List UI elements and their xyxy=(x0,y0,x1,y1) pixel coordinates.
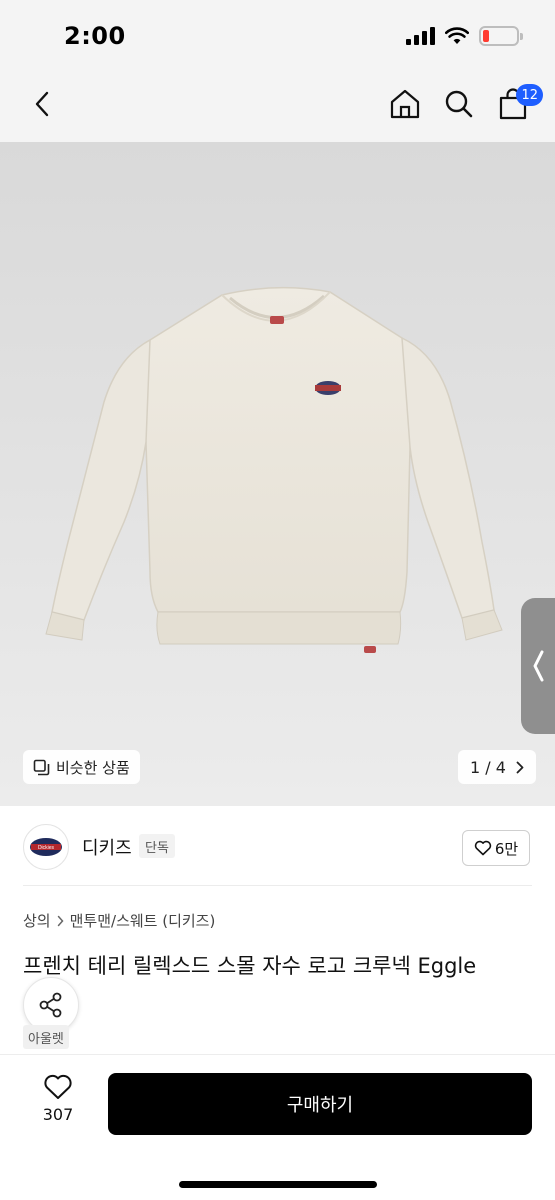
image-page-indicator[interactable]: 1 / 4 xyxy=(458,750,536,784)
product-photo-sweatshirt xyxy=(45,286,503,653)
dickies-logo: Dickies xyxy=(30,838,62,856)
breadcrumb-item-subcategory[interactable]: 맨투맨/스웨트 (디키즈) xyxy=(70,910,216,931)
product-image-gallery[interactable] xyxy=(0,142,555,806)
chevron-left-icon xyxy=(35,91,49,117)
dickies-logo-text: Dickies xyxy=(38,845,55,851)
battery-icon xyxy=(479,26,523,46)
chevron-right-icon xyxy=(57,915,64,926)
breadcrumb-item-category[interactable]: 상의 xyxy=(23,910,51,931)
exclusive-tag: 단독 xyxy=(139,834,175,858)
page-indicator-text: 1 / 4 xyxy=(470,757,506,777)
brand-logo[interactable]: Dickies xyxy=(23,824,69,870)
breadcrumb: 상의 맨투맨/스웨트 (디키즈) xyxy=(23,910,215,931)
brand-row: Dickies 디키즈 단독 6만 xyxy=(0,806,555,886)
side-drawer-tab[interactable] xyxy=(521,598,555,734)
brand-like-button[interactable]: 6만 xyxy=(462,830,530,866)
chevron-right-icon xyxy=(516,761,524,773)
wifi-icon xyxy=(445,27,469,44)
cart-count-badge: 12 xyxy=(516,84,543,106)
copy-icon xyxy=(33,759,50,775)
bottom-action-bar: 307 구매하기 xyxy=(0,1054,555,1200)
heart-icon xyxy=(44,1074,72,1099)
home-indicator xyxy=(179,1181,377,1188)
cart-button[interactable]: 12 xyxy=(495,82,543,126)
chevron-left-icon xyxy=(533,650,544,682)
buy-button[interactable]: 구매하기 xyxy=(108,1073,532,1135)
wishlist-count: 307 xyxy=(42,1105,74,1124)
home-button[interactable] xyxy=(387,82,423,126)
back-button[interactable] xyxy=(22,82,62,126)
status-bar: 2:00 xyxy=(0,0,555,68)
cellular-signal-icon xyxy=(406,27,435,45)
wishlist-button[interactable]: 307 xyxy=(30,1073,86,1135)
outlet-tag: 아울렛 xyxy=(23,1025,69,1049)
brand-name[interactable]: 디키즈 xyxy=(82,834,132,860)
divider xyxy=(23,885,532,886)
nav-bar: 12 xyxy=(0,68,555,142)
similar-products-button[interactable]: 비슷한 상품 xyxy=(23,750,140,784)
status-icons xyxy=(406,26,523,46)
heart-icon xyxy=(474,840,492,856)
similar-products-label: 비슷한 상품 xyxy=(56,758,130,777)
status-time: 2:00 xyxy=(64,22,126,50)
nav-actions: 12 xyxy=(387,82,543,126)
share-icon xyxy=(39,992,62,1018)
home-icon xyxy=(390,89,420,119)
product-title: 프렌치 테리 릴렉스드 스몰 자수 로고 크루넥 Eggle xyxy=(23,954,477,978)
brand-like-count: 6만 xyxy=(494,839,519,858)
search-icon xyxy=(445,90,473,118)
search-button[interactable] xyxy=(441,82,477,126)
